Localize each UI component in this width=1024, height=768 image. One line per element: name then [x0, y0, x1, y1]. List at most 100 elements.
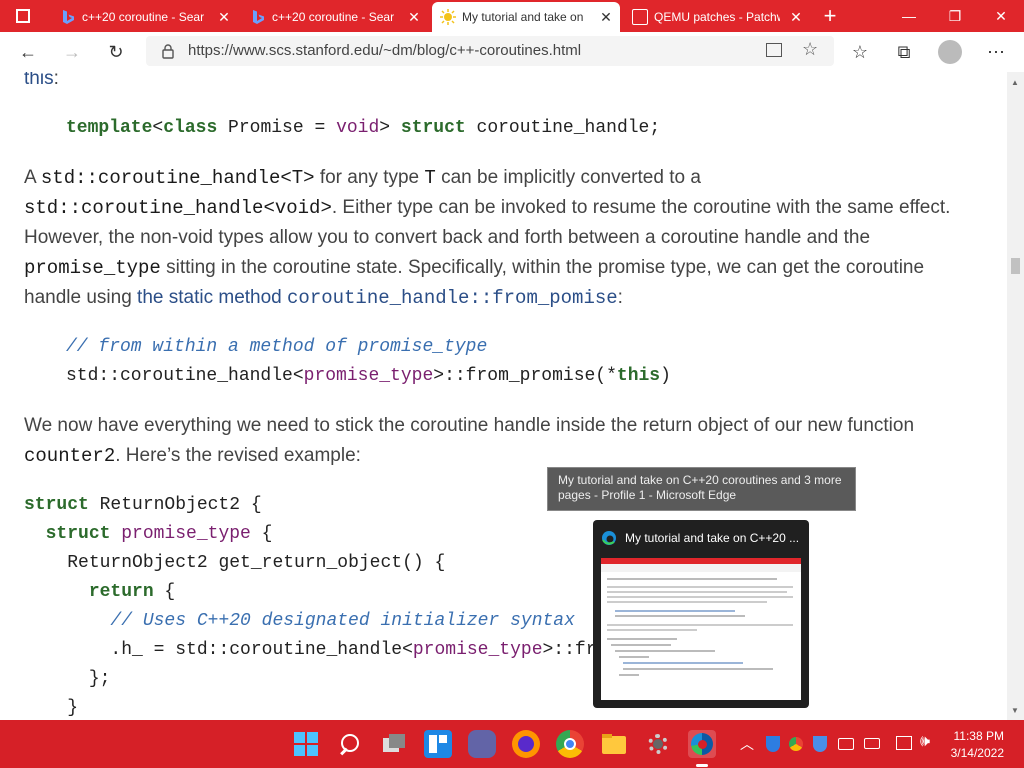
code-token: > [379, 118, 401, 138]
code-token: promise_type [303, 366, 434, 386]
restore-icon[interactable]: ❐ [932, 0, 978, 32]
thumbnail-line [607, 624, 793, 626]
paragraph-2: We now have everything we need to stick … [24, 411, 974, 471]
thumbnail-line [607, 596, 793, 598]
preview-title: My tutorial and take on C++20 ... [625, 531, 800, 545]
chrome-icon[interactable] [556, 730, 584, 758]
close-icon[interactable]: ✕ [598, 2, 614, 32]
bing-icon [253, 10, 264, 24]
code-token: struct [400, 118, 466, 138]
thumbnail-line [607, 578, 777, 580]
thumbnail-line [607, 629, 697, 631]
reader-view-icon[interactable] [766, 43, 782, 57]
thumbnail-line [615, 650, 715, 652]
windows-start-icon[interactable] [292, 730, 320, 758]
page-content: this: template<class Promise = void> str… [0, 72, 1007, 720]
code-comment: // Uses C++20 designated initializer syn… [110, 611, 575, 631]
new-tab-button[interactable]: + [818, 2, 842, 30]
code-token: ) [660, 366, 671, 386]
code-block-2: // from within a method of promise_type … [66, 333, 671, 391]
page-icon [632, 9, 648, 25]
static-method-link[interactable]: the static method [137, 287, 287, 308]
code-token: class [163, 118, 218, 138]
bing-icon [63, 10, 74, 24]
search-icon[interactable] [336, 730, 364, 758]
text: can be implicitly converted to a [435, 167, 701, 188]
thumbnail-line [623, 662, 743, 664]
widgets-icon[interactable] [424, 730, 452, 758]
firefox-icon[interactable] [512, 730, 540, 758]
vpn-icon[interactable] [838, 738, 854, 750]
tab-active-tutorial[interactable]: My tutorial and take on ✕ [432, 2, 620, 32]
text: We now have everything we need to stick … [24, 415, 915, 436]
tab-actions-icon[interactable] [16, 9, 30, 23]
file-explorer-icon[interactable] [600, 730, 628, 758]
tab-qemu-patches[interactable]: QEMU patches - Patchw ✕ [624, 2, 810, 32]
refresh-icon[interactable]: ↻ [102, 38, 130, 66]
tab-search-2[interactable]: c++20 coroutine - Sear ✕ [242, 2, 428, 32]
text: . Either type can be invoked to resume t… [331, 197, 951, 218]
close-icon[interactable]: ✕ [788, 2, 804, 32]
settings-icon[interactable] [644, 730, 672, 758]
profile-avatar[interactable] [938, 40, 962, 64]
code-token: struct [24, 495, 89, 515]
edge-taskbar-icon[interactable] [688, 730, 716, 758]
close-icon[interactable]: ✕ [406, 2, 422, 32]
defender-icon[interactable] [813, 736, 827, 752]
collections-icon[interactable]: ⧉ [890, 38, 918, 66]
lock-icon[interactable] [160, 43, 176, 59]
chrome-tray-icon[interactable] [789, 737, 803, 751]
tab-label: QEMU patches - Patchw [654, 10, 780, 24]
chat-icon[interactable] [468, 730, 496, 758]
inline-code: std::coroutine_handle<T> [40, 167, 315, 189]
thumbnail-line [615, 615, 745, 617]
taskbar-tooltip: My tutorial and take on C++20 coroutines… [547, 467, 856, 511]
edge-icon [602, 531, 616, 545]
favorites-icon[interactable]: ☆ [846, 38, 874, 66]
address-bar[interactable]: https://www.scs.stanford.edu/~dm/blog/c+… [146, 36, 834, 66]
system-clock[interactable]: 11:38 PM 3/14/2022 [951, 728, 1004, 762]
scroll-down-icon[interactable]: ▼ [1011, 706, 1019, 715]
active-indicator [696, 764, 708, 767]
minimize-icon[interactable]: — [886, 0, 932, 32]
code-token: { [250, 524, 273, 544]
scrollbar-thumb[interactable] [1011, 258, 1020, 274]
thumbnail-line [611, 644, 671, 646]
text: However, the non-void types allow you to… [24, 227, 871, 248]
network-icon[interactable] [896, 736, 912, 750]
window-preview[interactable]: My tutorial and take on C++20 ... [593, 520, 809, 708]
code-comment: // from within a method of promise_type [66, 337, 488, 357]
lead-colon: : [53, 72, 59, 89]
thumbnail-line [615, 610, 735, 612]
close-icon[interactable]: ✕ [216, 2, 232, 32]
clock-date: 3/14/2022 [950, 746, 1004, 760]
forward-icon[interactable]: → [58, 38, 86, 66]
add-favorite-icon[interactable]: ☆ [802, 39, 818, 60]
volume-icon[interactable]: 🕪 [920, 733, 930, 751]
taskbar: ︿ 🕪 11:38 PM 3/14/2022 [0, 720, 1024, 768]
code-token: Promise = [217, 118, 337, 138]
keyboard-icon[interactable] [864, 738, 880, 749]
thumbnail-line [619, 674, 639, 676]
from-promise-link[interactable]: coroutine_handle::from_pomise [287, 287, 618, 309]
thumbnail-line [607, 591, 787, 593]
preview-thumbnail [601, 558, 801, 700]
inline-code: counter2 [24, 445, 116, 467]
text: for any type [314, 167, 425, 188]
tab-search-1[interactable]: c++20 coroutine - Sear ✕ [52, 2, 238, 32]
clock-time: 11:38 PM [953, 729, 1004, 743]
paragraph-1: A std::coroutine_handle<T> for any type … [24, 163, 974, 313]
code-token: promise_type [412, 640, 543, 660]
url-text: https://www.scs.stanford.edu/~dm/blog/c+… [188, 42, 582, 59]
back-icon[interactable]: ← [14, 38, 42, 66]
more-icon[interactable]: ⋯ [982, 38, 1010, 66]
task-view-icon[interactable] [380, 730, 408, 758]
security-shield-icon[interactable] [766, 736, 780, 752]
page-scrollbar[interactable]: ▲ ▼ [1007, 72, 1024, 720]
scroll-up-icon[interactable]: ▲ [1011, 78, 1019, 87]
inline-code: promise_type [24, 257, 161, 279]
close-window-icon[interactable]: ✕ [978, 0, 1024, 32]
show-hidden-icons[interactable]: ︿ [740, 734, 754, 754]
lead-link[interactable]: this [24, 72, 54, 89]
thumbnail-line [619, 656, 649, 658]
